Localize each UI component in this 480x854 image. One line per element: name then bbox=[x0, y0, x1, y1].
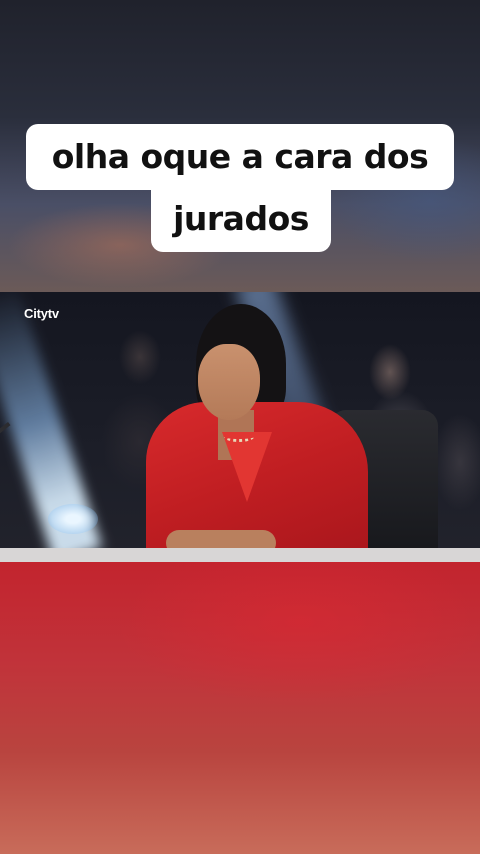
microphone-arm bbox=[0, 422, 11, 524]
citytv-logo: Citytv bbox=[24, 306, 59, 321]
judges-desk bbox=[0, 548, 480, 562]
caption-line-2: jurados bbox=[151, 186, 331, 252]
video-frame[interactable]: Citytv bbox=[0, 292, 480, 562]
judge-necklace bbox=[224, 432, 254, 442]
caption-line-1: olha oque a cara dos bbox=[26, 124, 454, 190]
judge-face bbox=[198, 344, 260, 420]
blurred-background-bottom bbox=[0, 562, 480, 854]
stage-light-spot bbox=[48, 504, 98, 534]
